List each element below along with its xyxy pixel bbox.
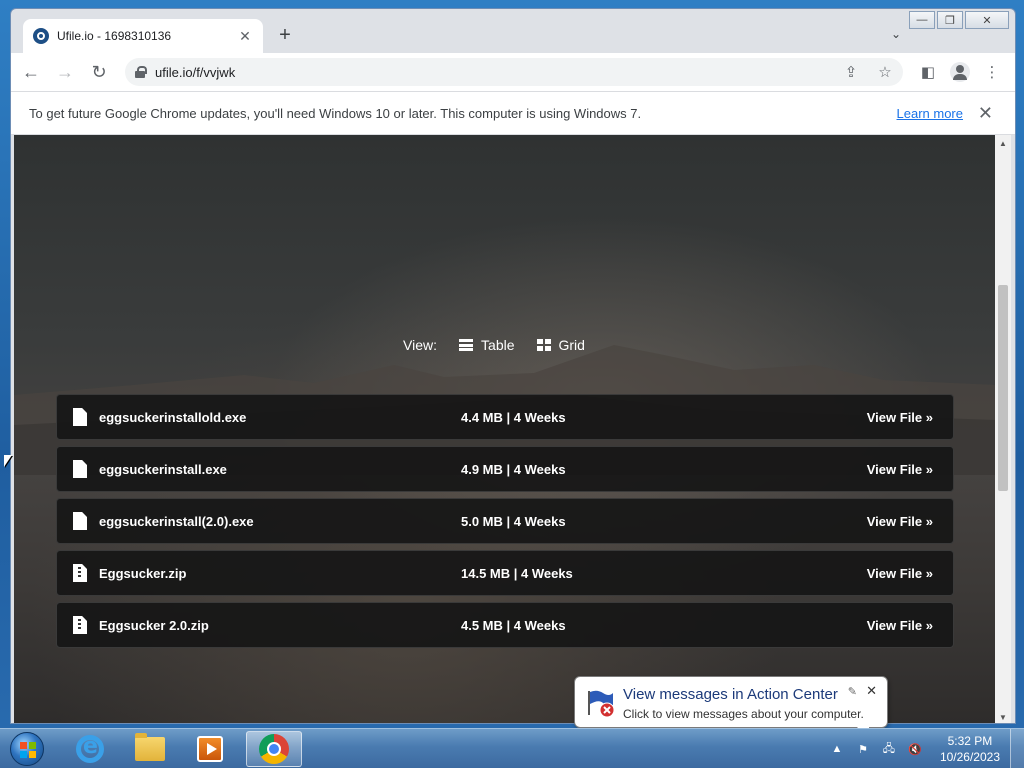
file-name[interactable]: eggsuckerinstall(2.0).exe — [99, 514, 429, 529]
file-meta: 14.5 MB | 4 Weeks — [461, 565, 573, 581]
file-row[interactable]: eggsuckerinstall.exe 4.9 MB | 4 Weeks Vi… — [56, 446, 954, 492]
zip-file-icon — [73, 616, 87, 634]
file-meta: 5.0 MB | 4 Weeks — [461, 513, 566, 529]
lock-icon[interactable] — [135, 66, 147, 78]
action-center-tray-icon[interactable]: ⚑ — [854, 740, 872, 758]
file-row[interactable]: Eggsucker 2.0.zip 4.5 MB | 4 Weeks View … — [56, 602, 954, 648]
learn-more-link[interactable]: Learn more — [897, 106, 963, 121]
file-meta: 4.4 MB | 4 Weeks — [461, 409, 566, 425]
scroll-down-arrow-icon[interactable]: ▼ — [995, 709, 1011, 723]
ufile-favicon-icon — [33, 28, 49, 44]
table-icon — [459, 339, 474, 351]
url-text[interactable]: ufile.io/f/vvjwk — [155, 65, 235, 80]
tab-ufile[interactable]: Ufile.io - 1698310136 ✕ — [23, 19, 263, 53]
windows-logo-icon — [10, 732, 44, 766]
balloon-text[interactable]: Click to view messages about your comput… — [623, 707, 864, 721]
view-file-link[interactable]: View File » — [867, 618, 933, 633]
new-tab-button[interactable]: + — [275, 25, 295, 45]
browser-toolbar: ← → ↻ ufile.io/f/vvjwk ⇪ ☆ ◧ ⋮ — [11, 53, 1015, 91]
taskbar-internet-explorer[interactable] — [62, 731, 118, 767]
taskbar: ▲ ⚑ 🖧 🔇 5:32 PM 10/26/2023 — [0, 728, 1024, 768]
update-infobar: To get future Google Chrome updates, you… — [11, 91, 1015, 135]
pin-icon[interactable]: ✎ — [848, 685, 857, 698]
balloon-title[interactable]: View messages in Action Center — [623, 686, 838, 703]
balloon-close-icon[interactable]: ✕ — [866, 683, 877, 699]
zip-file-icon — [73, 564, 87, 582]
scroll-up-arrow-icon[interactable]: ▲ — [995, 135, 1011, 151]
share-icon[interactable]: ⇪ — [841, 62, 861, 82]
volume-muted-icon[interactable]: 🔇 — [906, 740, 924, 758]
address-bar[interactable]: ufile.io/f/vvjwk ⇪ ☆ — [125, 58, 903, 86]
profile-icon — [950, 62, 970, 82]
file-list: eggsuckerinstallold.exe 4.4 MB | 4 Weeks… — [56, 394, 954, 654]
clock-date: 10/26/2023 — [939, 750, 1000, 764]
clock[interactable]: 5:32 PM 10/26/2023 — [940, 733, 1000, 765]
taskbar-chrome[interactable] — [246, 731, 302, 767]
page-content: View: Table Grid eggsuckerinstallold.exe… — [14, 135, 996, 723]
view-file-link[interactable]: View File » — [867, 514, 933, 529]
view-label: View: — [403, 337, 438, 353]
file-row[interactable]: eggsuckerinstallold.exe 4.4 MB | 4 Weeks… — [56, 394, 954, 440]
tab-search-chevron-icon[interactable]: ⌄ — [891, 27, 901, 41]
internet-explorer-icon — [76, 734, 104, 763]
network-icon[interactable]: 🖧 — [880, 740, 898, 758]
file-icon — [73, 408, 87, 426]
file-name[interactable]: eggsuckerinstallold.exe — [99, 410, 429, 425]
folder-icon — [135, 733, 165, 761]
tab-close-icon[interactable]: ✕ — [237, 28, 253, 45]
file-row[interactable]: eggsuckerinstall(2.0).exe 5.0 MB | 4 Wee… — [56, 498, 954, 544]
file-name[interactable]: Eggsucker 2.0.zip — [99, 618, 429, 633]
side-panel-icon[interactable]: ◧ — [915, 59, 941, 85]
view-grid-option[interactable]: Grid — [536, 337, 585, 353]
bookmark-star-icon[interactable]: ☆ — [875, 62, 895, 82]
taskbar-file-explorer[interactable] — [122, 731, 178, 767]
view-file-link[interactable]: View File » — [867, 410, 933, 425]
tab-title: Ufile.io - 1698310136 — [57, 29, 172, 43]
view-table-label: Table — [481, 337, 515, 353]
mouse-cursor-icon — [4, 455, 12, 467]
view-switcher: View: Table Grid — [14, 337, 996, 353]
start-button[interactable] — [4, 730, 50, 768]
page-scrollbar[interactable]: ▲ ▼ — [995, 135, 1011, 723]
action-center-flag-icon — [588, 690, 615, 718]
reload-button[interactable]: ↻ — [85, 58, 113, 86]
file-name[interactable]: eggsuckerinstall.exe — [99, 462, 429, 477]
file-name[interactable]: Eggsucker.zip — [99, 566, 429, 581]
file-meta: 4.9 MB | 4 Weeks — [461, 461, 566, 477]
view-file-link[interactable]: View File » — [867, 566, 933, 581]
media-player-icon — [197, 736, 223, 762]
file-icon — [73, 512, 87, 530]
profile-avatar[interactable] — [947, 59, 973, 85]
infobar-close-icon[interactable]: ✕ — [978, 103, 993, 124]
scrollbar-thumb[interactable] — [998, 285, 1008, 491]
back-button[interactable]: ← — [17, 58, 45, 86]
show-desktop-button[interactable] — [1010, 729, 1024, 768]
chrome-window: — ❐ ✕ Ufile.io - 1698310136 ✕ + ⌄ ← → ↻ … — [10, 8, 1016, 724]
grid-icon — [536, 339, 551, 351]
view-table-option[interactable]: Table — [459, 337, 515, 353]
tab-strip: Ufile.io - 1698310136 ✕ + ⌄ — [11, 9, 1015, 53]
view-grid-label: Grid — [558, 337, 585, 353]
system-tray: ▲ ⚑ 🖧 🔇 5:32 PM 10/26/2023 — [828, 729, 1024, 768]
infobar-message: To get future Google Chrome updates, you… — [29, 105, 642, 121]
taskbar-media-player[interactable] — [182, 731, 238, 767]
show-hidden-icons-icon[interactable]: ▲ — [828, 740, 846, 758]
clock-time: 5:32 PM — [947, 734, 993, 748]
file-meta: 4.5 MB | 4 Weeks — [461, 617, 566, 633]
chrome-icon — [259, 734, 289, 764]
action-center-balloon[interactable]: View messages in Action Center Click to … — [574, 676, 888, 739]
view-file-link[interactable]: View File » — [867, 462, 933, 477]
file-icon — [73, 460, 87, 478]
menu-kebab-icon[interactable]: ⋮ — [979, 59, 1005, 85]
forward-button[interactable]: → — [51, 58, 79, 86]
file-row[interactable]: Eggsucker.zip 14.5 MB | 4 Weeks View Fil… — [56, 550, 954, 596]
